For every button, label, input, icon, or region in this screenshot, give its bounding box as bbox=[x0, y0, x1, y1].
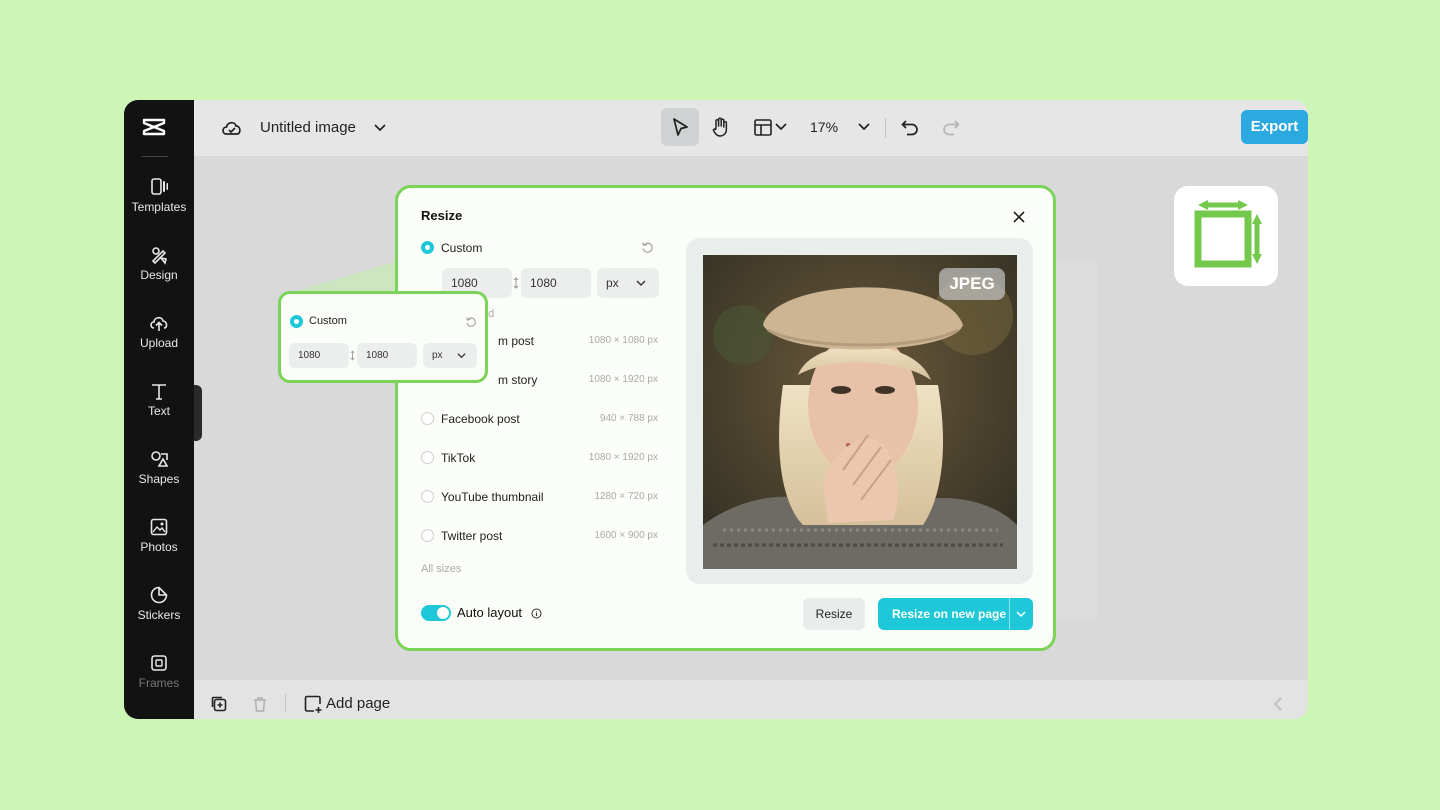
callout-height-input[interactable]: 1080 bbox=[357, 343, 417, 368]
resize-icon bbox=[1194, 200, 1262, 268]
preset-radio[interactable] bbox=[421, 490, 434, 503]
resize-dialog: Resize Custom 1080 1080 px ed m post 108… bbox=[395, 185, 1056, 651]
reset-icon[interactable] bbox=[641, 241, 654, 254]
callout-unit-select[interactable]: px bbox=[423, 343, 477, 368]
preset-label[interactable]: YouTube thumbnail bbox=[441, 490, 544, 504]
link-dimensions-icon[interactable] bbox=[512, 277, 520, 289]
preset-dimensions: 1600 × 900 px bbox=[594, 530, 658, 541]
custom-label: Custom bbox=[441, 241, 483, 255]
link-dimensions-icon[interactable] bbox=[349, 350, 356, 361]
callout-width-input[interactable]: 1080 bbox=[289, 343, 349, 368]
preset-label[interactable]: Twitter post bbox=[441, 529, 502, 543]
preset-dimensions: 940 × 788 px bbox=[599, 413, 658, 424]
close-icon[interactable] bbox=[1012, 210, 1026, 224]
all-sizes-link[interactable]: All sizes bbox=[421, 563, 461, 575]
preview-image bbox=[703, 255, 1017, 569]
callout-custom-label: Custom bbox=[309, 315, 347, 327]
preset-dimensions: 1080 × 1920 px bbox=[588, 452, 658, 463]
info-icon[interactable] bbox=[531, 608, 542, 619]
height-input[interactable]: 1080 bbox=[521, 268, 591, 298]
preset-label[interactable]: m post bbox=[498, 334, 534, 348]
resize-on-new-page-label: Resize on new page bbox=[892, 607, 1007, 621]
unit-select[interactable]: px bbox=[597, 268, 659, 298]
dialog-title: Resize bbox=[421, 208, 463, 223]
chevron-down-icon bbox=[457, 353, 466, 359]
callout-custom-radio[interactable] bbox=[290, 315, 303, 328]
callout-unit-value: px bbox=[432, 350, 443, 361]
preset-radio[interactable] bbox=[421, 451, 434, 464]
format-badge: JPEG bbox=[939, 268, 1005, 300]
preset-dimensions: 1080 × 1080 px bbox=[588, 335, 658, 346]
preset-label[interactable]: m story bbox=[498, 373, 537, 387]
chevron-down-icon[interactable] bbox=[1015, 608, 1027, 620]
resize-button[interactable]: Resize bbox=[803, 598, 865, 630]
resize-feature-badge bbox=[1174, 186, 1278, 286]
button-split-divider bbox=[1009, 598, 1010, 630]
unit-value: px bbox=[606, 276, 619, 290]
custom-size-callout: Custom 1080 1080 px bbox=[278, 291, 488, 383]
auto-layout-toggle[interactable] bbox=[421, 605, 451, 621]
reset-icon[interactable] bbox=[465, 316, 477, 328]
preset-radio[interactable] bbox=[421, 529, 434, 542]
preset-label[interactable]: TikTok bbox=[441, 451, 475, 465]
preset-radio[interactable] bbox=[421, 412, 434, 425]
preset-dimensions: 1280 × 720 px bbox=[594, 491, 658, 502]
preset-dimensions: 1080 × 1920 px bbox=[588, 374, 658, 385]
chevron-down-icon bbox=[636, 280, 646, 286]
preset-label[interactable]: Facebook post bbox=[441, 412, 520, 426]
resize-on-new-page-button[interactable]: Resize on new page bbox=[878, 598, 1033, 630]
auto-layout-label: Auto layout bbox=[457, 605, 523, 620]
custom-radio[interactable] bbox=[421, 241, 434, 254]
